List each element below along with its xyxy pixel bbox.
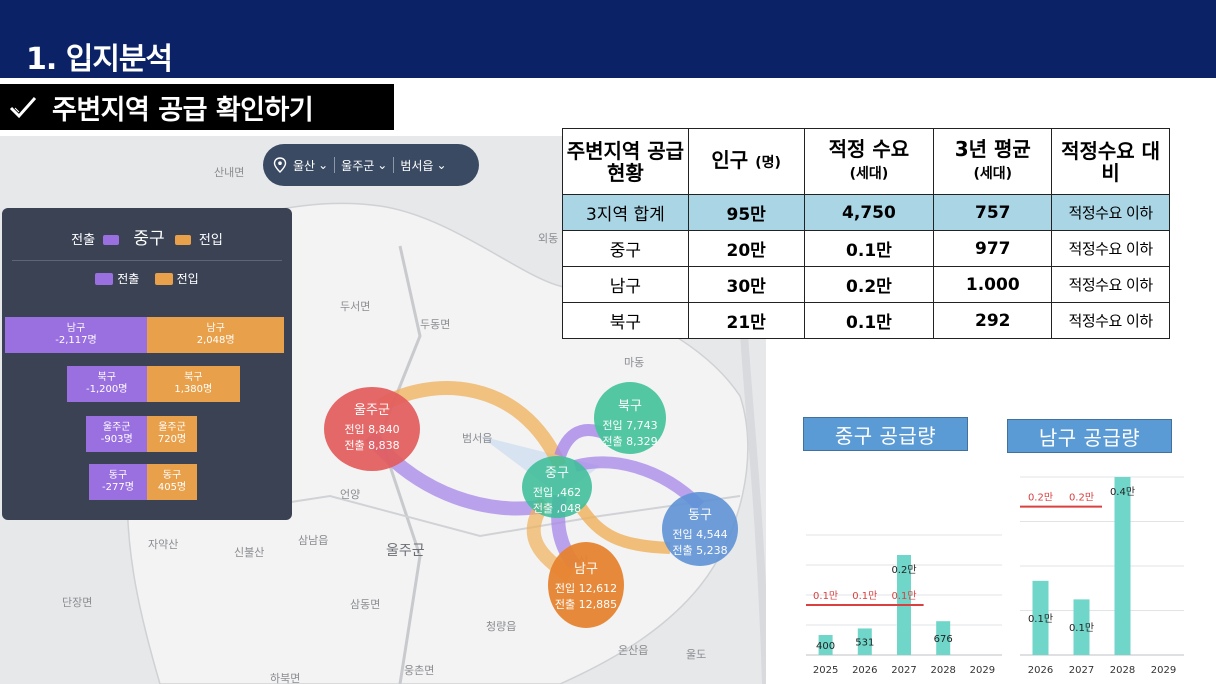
flow-bar-out: 북구 -1,200명 [66,366,147,402]
flow-bar-in: 남구 2,048명 [147,317,285,353]
bubble-namgu[interactable]: 남구 전입 12,612 전출 12,885 [548,542,624,628]
header-avg: 3년 평균 (세대) [933,128,1053,195]
location-pin-icon [273,157,287,173]
title-bar: 1. 입지분석 [0,0,1216,78]
tick-label: 2027 [1069,665,1094,676]
tick-label: 2026 [852,665,877,676]
reference-label: 0.1만 [813,590,838,602]
table-row: 중구 20만 0.1만 977 적정수요 이하 [562,230,1170,267]
slide: 1. 입지분석 주변지역 공급 확인하기 산내면 두서면 두동면 범서읍 울주군… [0,0,1216,684]
in-arrow-icon [174,234,191,245]
divider [393,157,395,173]
selector-city[interactable]: 울산 ⌄ [293,157,328,174]
table-row: 남구 30만 0.2만 1.000 적정수요 이하 [562,266,1170,303]
chevron-down-icon: ⌄ [318,158,329,172]
flow-bar-out: 남구 -2,117명 [5,317,147,353]
table-row: 3지역 합계 95만 4,750 757 적정수요 이하 [562,194,1170,231]
tick-label: 2028 [930,665,955,676]
table-header-row: 주변지역 공급현황 인구 (명) 적정 수요 (세대) 3년 평균 (세대) 적정수… [562,128,1170,195]
header-compare: 적정수요 대비 [1051,128,1170,195]
reference-label: 0.1만 [852,590,877,602]
data-label: 0.4만 [1110,486,1135,498]
flow-bar-in: 동구 405명 [147,464,197,500]
data-label: 676 [934,634,953,645]
reference-label: 0.1만 [891,590,916,602]
flow-bar-in: 북구 1,380명 [147,366,240,402]
legend-swatch-in [154,272,173,285]
header-region: 주변지역 공급현황 [562,128,689,195]
out-arrow-icon [103,234,120,245]
tick-label: 2029 [1151,665,1176,676]
data-label: 0.1만 [1069,622,1094,634]
flow-bar-out: 울주군 -903명 [86,416,147,452]
bubble-donggu[interactable]: 동구 전입 4,544 전출 5,238 [662,492,738,566]
tick-label: 2026 [1028,665,1053,676]
supply-table: 주변지역 공급현황 인구 (명) 적정 수요 (세대) 3년 평균 (세대) 적정수… [562,128,1170,339]
selector-town[interactable]: 범서읍 ⌄ [400,157,446,174]
tick-label: 2029 [970,665,995,676]
divider [334,157,336,173]
flow-panel-header: 전출 중구 전입 [71,229,223,249]
flow-legend: 전출 전입 [2,270,292,287]
header-demand: 적정 수요 (세대) [803,128,935,195]
header-population: 인구 (명) [687,128,805,195]
section-title: 주변지역 공급 확인하기 [52,94,314,126]
bar [1114,477,1131,655]
chart-title-namgu: 남구 공급량 [1007,419,1172,453]
section-title-bar: 주변지역 공급 확인하기 [0,84,394,130]
divider [12,260,282,261]
data-label: 0.2만 [891,564,916,576]
tick-label: 2027 [891,665,916,676]
supply-chart-namgu: 0.1만 2026 0.1만 2027 0.4만 2028 2029 0.2만 0.2만 [1020,476,1184,676]
tick-label: 2028 [1110,665,1135,676]
chart-title-junggu: 중구 공급량 [803,417,968,451]
legend-swatch-out [95,272,114,285]
chevron-down-icon: ⌄ [377,158,388,172]
reference-label: 0.2만 [1028,492,1053,504]
reference-label: 0.2만 [1069,492,1094,504]
bubble-bukgu[interactable]: 북구 전입 7,743 전출 8,329 [594,382,666,454]
table-row: 북구 21만 0.1만 292 적정수요 이하 [562,302,1170,339]
checkmark-icon [8,94,38,120]
data-label: 531 [855,638,874,649]
data-label: 400 [816,641,835,652]
flow-panel: 전출 중구 전입 전출 전입 남구 -2,117명 남구 2,048명 북구 -1,200… [2,208,292,520]
supply-chart-junggu: 400 2025 531 2026 0.2만 2027 676 2028 2029 0.1만 0.1… [806,534,1002,676]
page-title: 1. 입지분석 [26,42,173,77]
bubble-ulju[interactable]: 울주군 전입 8,840 전출 8,838 [324,387,420,471]
bubble-junggu[interactable]: 중구 전입 ,462 전출 ,048 [522,456,592,518]
flow-bar-in: 울주군 720명 [147,416,197,452]
tick-label: 2025 [813,665,838,676]
flow-bar-out: 동구 -277명 [89,464,147,500]
region-selector[interactable]: 울산 ⌄ 울주군 ⌄ 범서읍 ⌄ [263,144,479,186]
data-label: 0.1만 [1028,613,1053,625]
selector-county[interactable]: 울주군 ⌄ [341,157,387,174]
chevron-down-icon: ⌄ [436,158,447,172]
